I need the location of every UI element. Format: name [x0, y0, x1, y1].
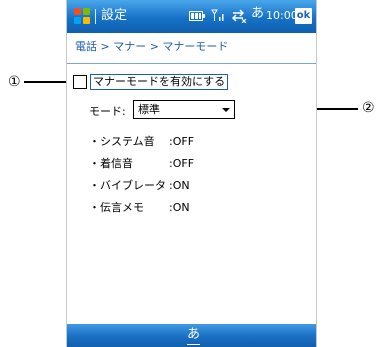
mode-dropdown-value: 標準 [138, 103, 160, 116]
bottom-menu-bar: あ [67, 324, 316, 347]
manner-mode-checkbox[interactable] [73, 75, 87, 89]
ime-indicator[interactable]: あ [251, 6, 264, 22]
setting-row-system-sound: ・システム音 :OFF [89, 135, 194, 149]
setting-value: :ON [169, 179, 190, 192]
setting-value: :OFF [169, 157, 195, 170]
chevron-down-icon[interactable] [222, 108, 230, 112]
breadcrumb: 電話 > マナー > マナーモード [75, 40, 229, 53]
callout-1-label: ① [8, 74, 21, 90]
setting-value: :ON [169, 201, 190, 214]
battery-icon[interactable] [189, 11, 205, 21]
setting-value: :OFF [169, 135, 195, 148]
input-method-button[interactable]: あ [187, 326, 201, 345]
setting-name: ・伝言メモ [89, 201, 144, 214]
signal-icon[interactable] [211, 9, 225, 22]
setting-name: ・バイブレータ [89, 179, 166, 192]
window-title: 設定 [101, 8, 128, 23]
mode-label: モード: [89, 105, 126, 118]
device-screen: 設定 あ 10:00 ok 電話 > マナー > マナーモード マナーモードを有… [66, 0, 317, 347]
setting-name: ・システム音 [89, 135, 155, 148]
title-separator [95, 9, 96, 24]
clock[interactable]: 10:00 [266, 8, 298, 24]
breadcrumb-divider [67, 63, 316, 64]
start-menu-icon[interactable] [74, 8, 91, 25]
title-bar: 設定 あ 10:00 ok [67, 0, 316, 33]
setting-row-ringtone: ・着信音 :OFF [89, 157, 194, 171]
manner-mode-checkbox-label[interactable]: マナーモードを有効にする [90, 74, 229, 90]
ok-button[interactable]: ok [295, 8, 312, 24]
callout-2-label: ② [362, 100, 375, 116]
mode-dropdown[interactable]: 標準 [133, 100, 235, 119]
setting-row-voice-memo: ・伝言メモ :ON [89, 201, 190, 215]
setting-name: ・着信音 [89, 157, 133, 170]
setting-row-vibrator: ・バイブレータ :ON [89, 179, 190, 193]
connectivity-icon[interactable] [231, 9, 247, 23]
